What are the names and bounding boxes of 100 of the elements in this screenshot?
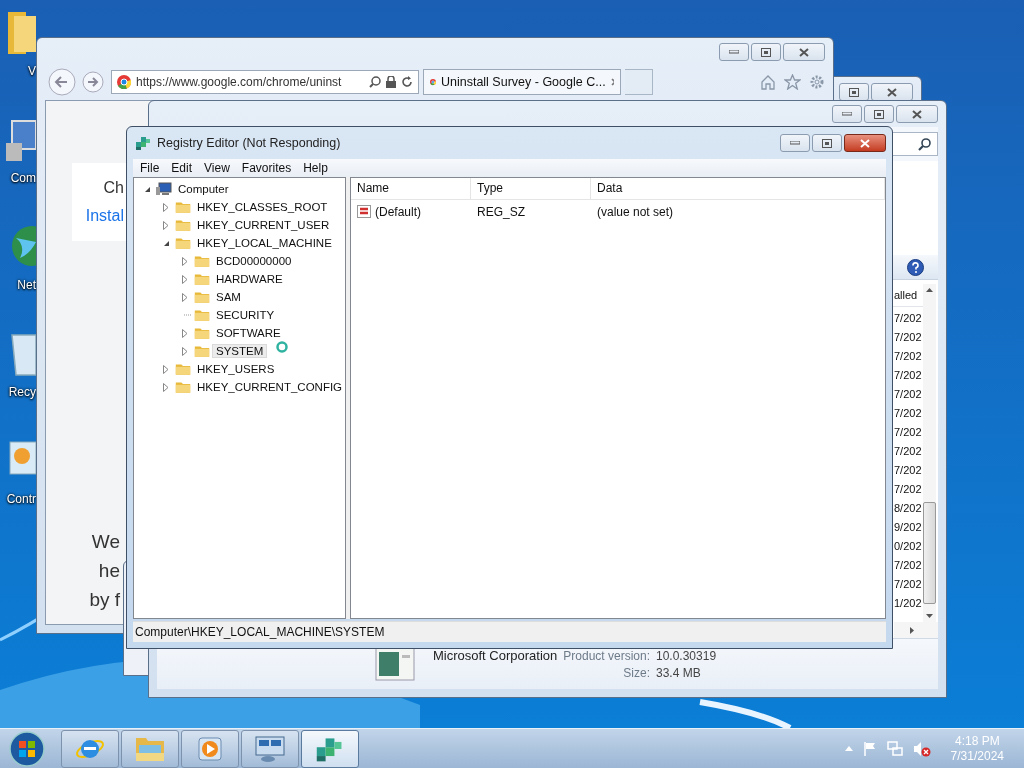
column-header[interactable]: Name <box>351 178 471 199</box>
tree-item[interactable]: SOFTWARE <box>212 326 285 340</box>
taskbar-button[interactable] <box>241 729 299 768</box>
menu-item[interactable]: Edit <box>171 161 193 175</box>
help-icon[interactable] <box>907 258 924 276</box>
table-cell-text: (value not set) <box>596 205 675 219</box>
close-icon[interactable] <box>610 78 614 86</box>
scrollbar[interactable] <box>923 284 936 622</box>
minimize-icon <box>729 50 739 54</box>
search-icon[interactable] <box>369 76 381 88</box>
tree-item[interactable]: HKEY_CURRENT_CONFIG <box>193 380 347 394</box>
forward-button[interactable] <box>81 70 105 94</box>
collapse-arrow-icon[interactable] <box>143 185 151 193</box>
tree-item[interactable]: HKEY_USERS <box>193 362 279 376</box>
taskbar-button[interactable] <box>181 729 239 768</box>
tree-item[interactable]: SAM <box>212 290 245 304</box>
settings-icon[interactable] <box>809 74 825 90</box>
table-cell-text: 7/202 <box>893 482 923 497</box>
expand-arrow-icon[interactable] <box>182 328 188 338</box>
menu-item[interactable]: Favorites <box>241 161 292 175</box>
expand-arrow-icon[interactable] <box>182 256 188 266</box>
close-button[interactable] <box>783 43 825 61</box>
close-button[interactable] <box>896 105 938 123</box>
table-cell-text: 7/202 <box>893 558 923 573</box>
busy-cursor-icon <box>276 341 288 353</box>
scroll-up-arrow-icon[interactable] <box>926 288 933 292</box>
status-bar: Computer\HKEY_LOCAL_MACHINE\SYSTEM <box>133 621 886 642</box>
taskbar-button[interactable] <box>301 729 359 768</box>
folder-icon[interactable] <box>6 10 36 56</box>
desktop-icon-label[interactable]: Net <box>17 278 36 292</box>
folder-icon <box>194 272 210 286</box>
value-name[interactable]: (Default) <box>375 205 421 219</box>
show-hidden-icons-arrow[interactable] <box>844 746 853 751</box>
scroll-down-arrow-icon[interactable] <box>926 614 933 618</box>
close-icon <box>912 109 922 119</box>
minimize-icon <box>842 112 852 116</box>
expand-arrow-icon[interactable] <box>182 274 188 284</box>
expand-arrow-icon[interactable] <box>163 382 169 392</box>
close-button[interactable] <box>871 83 913 101</box>
flag-icon[interactable] <box>862 741 877 756</box>
desktop-icon-label[interactable]: V <box>28 64 36 78</box>
computer-icon[interactable] <box>6 117 36 163</box>
horizontal-scrollbar[interactable] <box>894 622 938 638</box>
expand-arrow-icon[interactable] <box>182 292 188 302</box>
detail-value: 10.0.30319 <box>656 649 717 663</box>
start-button[interactable] <box>7 728 47 768</box>
maximize-button[interactable] <box>839 83 869 101</box>
table-cell-text: 7/202 <box>893 406 923 421</box>
table-cell-text: 7/202 <box>893 425 923 440</box>
menu-item[interactable]: File <box>140 161 160 175</box>
expand-arrow-icon[interactable] <box>163 220 169 230</box>
desktop-icon-label[interactable]: Com <box>10 171 36 185</box>
search-field[interactable] <box>890 132 938 156</box>
expand-arrow-icon[interactable] <box>182 346 188 356</box>
tree-item[interactable]: HKEY_CLASSES_ROOT <box>193 200 332 214</box>
star-icon[interactable] <box>784 74 801 90</box>
install-link[interactable]: Instal <box>85 207 124 225</box>
folder-icon <box>175 218 191 232</box>
close-icon <box>887 87 897 97</box>
scrollbar-thumb[interactable] <box>923 502 936 604</box>
taskbar-button[interactable] <box>121 729 179 768</box>
card-title: Ch <box>103 179 124 197</box>
table-cell-text: 7/202 <box>893 368 923 383</box>
detail-label: Product version: <box>563 649 650 663</box>
maximize-button[interactable] <box>812 134 842 152</box>
back-button[interactable] <box>47 67 77 97</box>
maximize-button[interactable] <box>864 105 894 123</box>
address-bar[interactable]: https://www.google.com/chrome/uninst <box>111 70 419 94</box>
tree-item[interactable]: HARDWARE <box>212 272 287 286</box>
expand-arrow-icon[interactable] <box>163 364 169 374</box>
expand-arrow-icon[interactable] <box>163 202 169 212</box>
desktop-icon-label[interactable]: Contr <box>6 492 36 506</box>
refresh-icon[interactable] <box>401 76 413 88</box>
network-icon[interactable] <box>886 740 903 757</box>
column-header[interactable]: Type <box>471 178 591 199</box>
table-cell-text: 7/202 <box>893 330 923 345</box>
scroll-right-arrow-icon[interactable] <box>910 626 914 634</box>
taskbar-button[interactable] <box>61 729 119 768</box>
table-cell-text: 0/202 <box>893 539 923 554</box>
table-cell-text: REG_SZ <box>476 205 526 219</box>
browser-tab[interactable]: Uninstall Survey - Google C... <box>423 69 621 95</box>
tree-item[interactable]: SECURITY <box>212 308 279 322</box>
folder-icon <box>175 380 191 394</box>
menu-item[interactable]: View <box>204 161 230 175</box>
tree-item[interactable]: SYSTEM <box>212 344 268 358</box>
tree-item[interactable]: BCD00000000 <box>212 254 296 268</box>
home-icon[interactable] <box>760 74 776 90</box>
tree-item[interactable]: Computer <box>174 182 233 196</box>
desktop-icon-label[interactable]: Recy <box>8 385 36 399</box>
tree-item[interactable]: HKEY_LOCAL_MACHINE <box>193 236 336 250</box>
table-cell-text: 9/202 <box>893 520 923 535</box>
menu-item[interactable]: Help <box>303 161 328 175</box>
string-value-icon <box>357 205 372 219</box>
column-header[interactable]: Data <box>591 178 885 199</box>
folder-icon <box>194 290 210 304</box>
collapse-arrow-icon[interactable] <box>162 239 170 247</box>
tree-item[interactable]: HKEY_CURRENT_USER <box>193 218 334 232</box>
speaker-muted-icon[interactable] <box>912 740 931 757</box>
close-button[interactable] <box>844 134 886 152</box>
maximize-button[interactable] <box>751 43 781 61</box>
